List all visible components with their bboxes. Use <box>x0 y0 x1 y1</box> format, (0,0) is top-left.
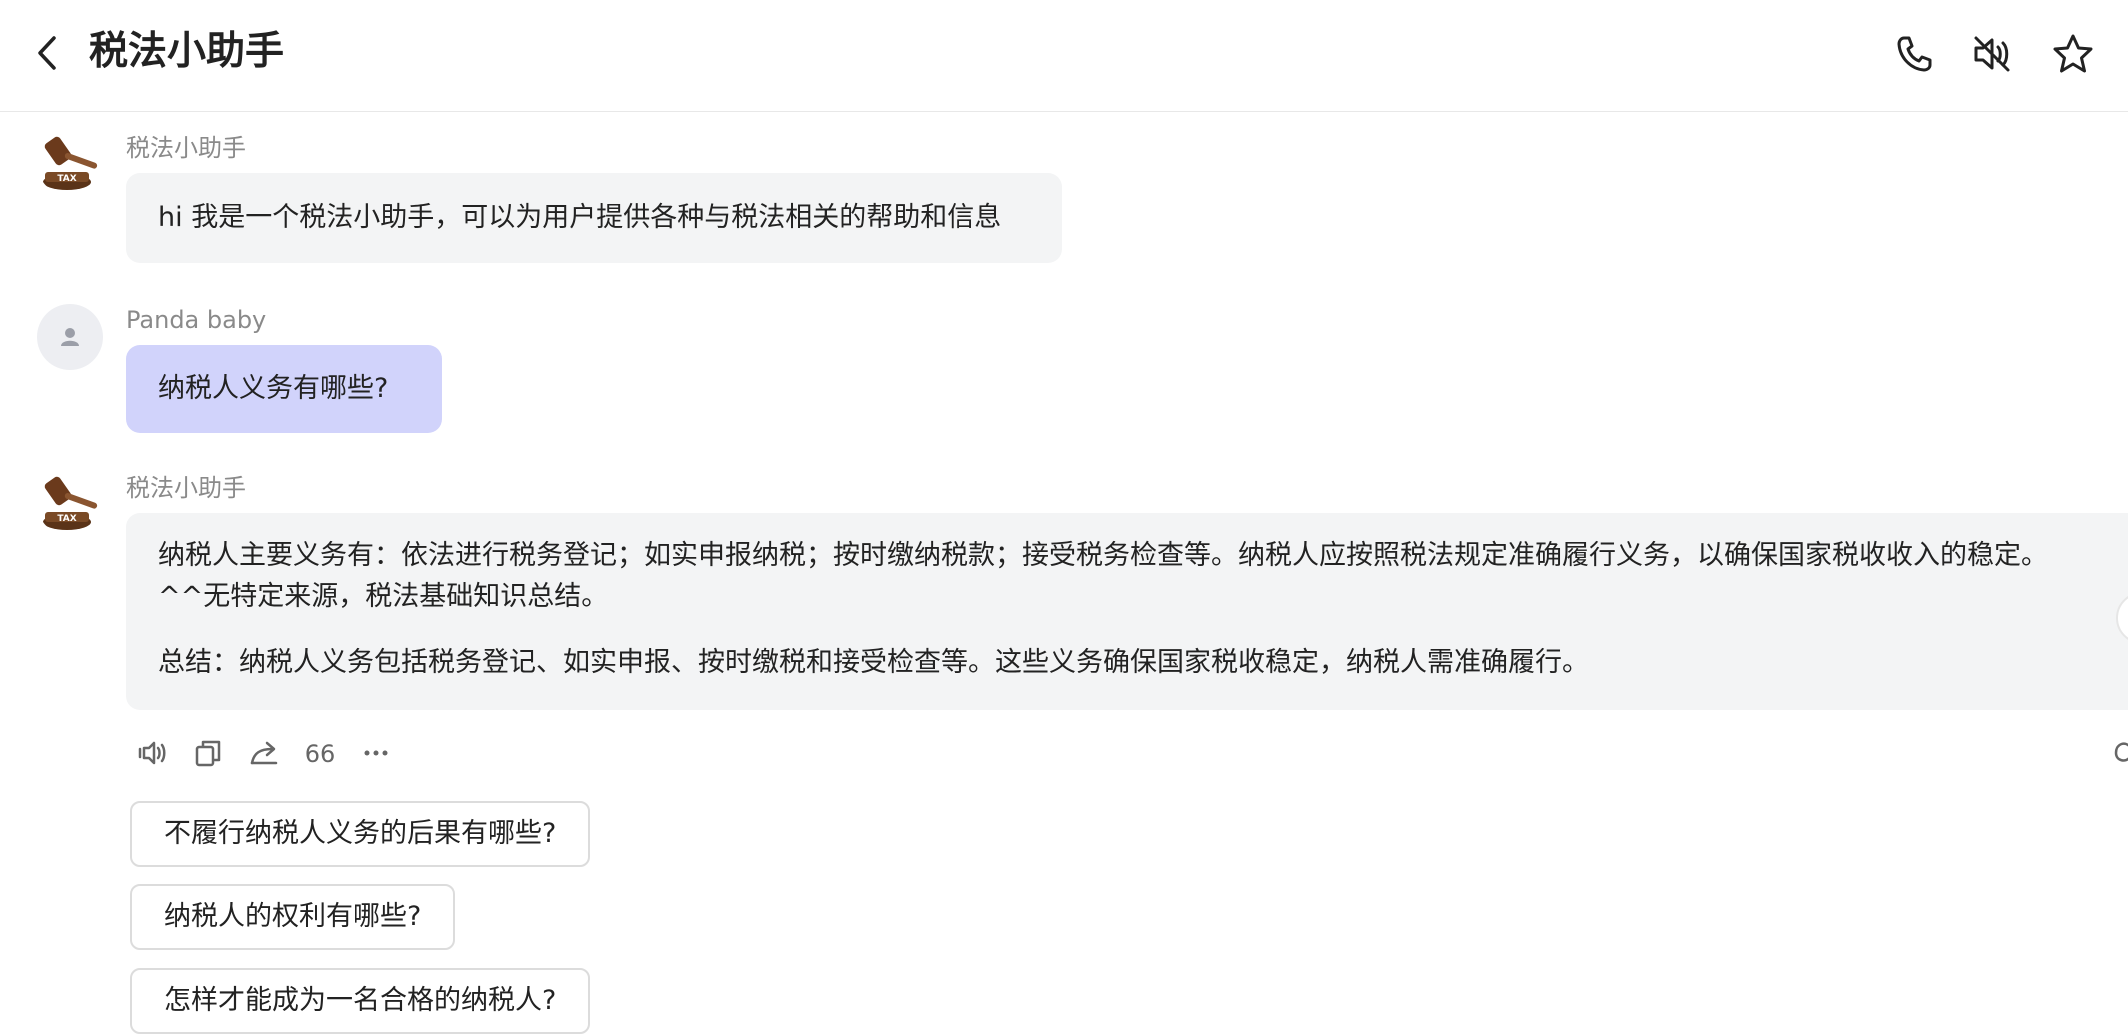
sender-name: 税法小助手 <box>126 474 246 502</box>
more-icon[interactable] <box>356 733 396 773</box>
user-avatar <box>37 304 103 370</box>
share-icon[interactable] <box>244 733 284 773</box>
message-text: hi 我是一个税法小助手，可以为用户提供各种与税法相关的帮助和信息 <box>158 202 1002 233</box>
message-paragraph: 总结：纳税人义务包括税务登记、如实申报、按时缴税和接受检查等。这些义务确保国家税… <box>158 647 1589 678</box>
quote-icon[interactable]: 66 <box>300 733 340 773</box>
phone-icon[interactable] <box>1892 32 1936 76</box>
speaker-mute-icon[interactable] <box>1970 32 2014 76</box>
person-icon <box>61 328 79 346</box>
user-message-bubble: 纳税人义务有哪些? <box>126 345 442 433</box>
top-bar: 税法小助手 <box>0 0 2128 112</box>
avatar-tax-text: TAX <box>57 514 76 524</box>
copy-icon[interactable] <box>188 733 228 773</box>
message-paragraph: 纳税人主要义务有：依法进行税务登记；如实申报纳税；按时缴纳税款；接受税务检查等。… <box>158 540 2048 571</box>
suggestion-chip[interactable]: 纳税人的权利有哪些? <box>130 884 456 950</box>
bot-message-bubble: hi 我是一个税法小助手，可以为用户提供各种与税法相关的帮助和信息 <box>126 173 1062 263</box>
suggestion-chip[interactable]: 不履行纳税人义务的后果有哪些? <box>130 801 591 867</box>
speaker-icon[interactable] <box>132 733 172 773</box>
bot-message-bubble: 纳税人主要义务有：依法进行税务登记；如实申报纳税；按时缴纳税款；接受税务检查等。… <box>126 513 2128 710</box>
suggestion-chip[interactable]: 怎样才能成为一名合格的纳税人? <box>130 968 591 1034</box>
message-paragraph: ^^无特定来源，税法基础知识总结。 <box>158 581 609 612</box>
svg-text:66: 66 <box>305 740 336 768</box>
bot-avatar: TAX <box>43 136 98 190</box>
message-text: 纳税人义务有哪些? <box>158 373 389 404</box>
regenerate-icon[interactable] <box>2100 733 2128 773</box>
star-icon[interactable] <box>2051 32 2095 76</box>
bot-avatar: TAX <box>43 476 98 530</box>
page-title: 税法小助手 <box>89 29 285 74</box>
sender-name: 税法小助手 <box>126 134 246 162</box>
avatar-tax-text: TAX <box>57 174 76 184</box>
back-arrow-icon[interactable] <box>28 32 68 74</box>
sender-name: Panda baby <box>126 306 267 334</box>
